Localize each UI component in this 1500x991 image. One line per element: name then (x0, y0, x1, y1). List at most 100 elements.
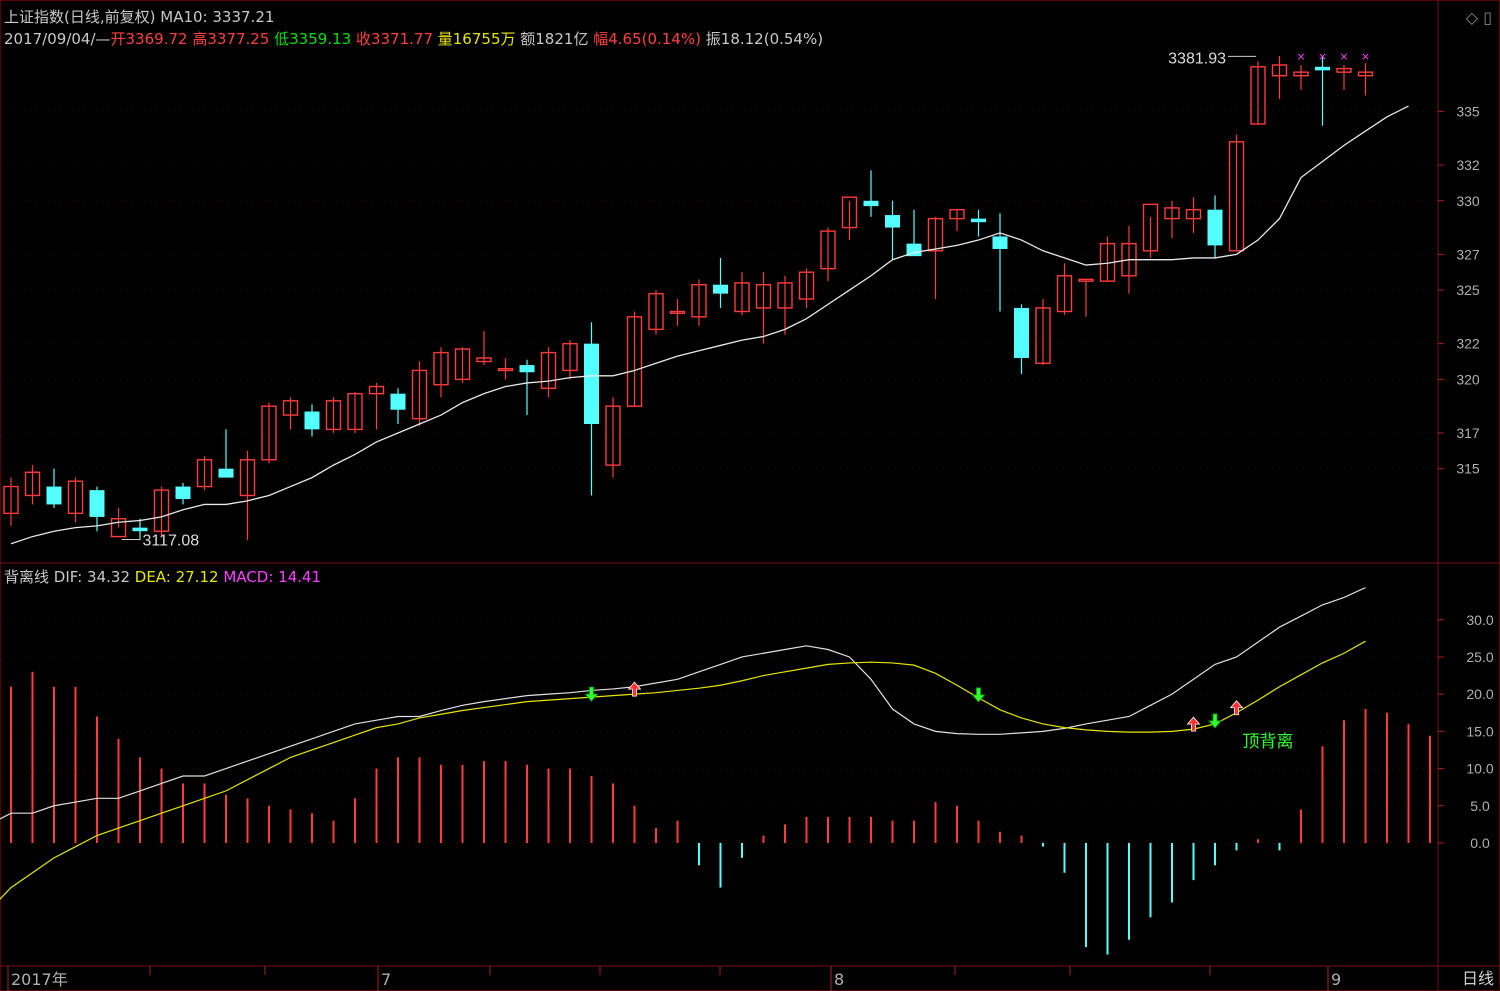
candle (906, 209, 922, 257)
candle (691, 279, 707, 326)
candle (648, 290, 664, 335)
candle (476, 331, 492, 366)
candle (734, 272, 750, 316)
candle (885, 200, 900, 260)
chart-title: 上证指数(日线,前复权) (4, 8, 156, 26)
candle (497, 357, 514, 380)
candle (519, 359, 535, 416)
candle-body (1014, 307, 1029, 358)
sell-arrow-icon (1208, 713, 1222, 729)
ma-value: MA10: 3337.21 (160, 8, 275, 26)
time-tick-label: 9 (1331, 970, 1341, 989)
macd-tick-label: 30.0 (1466, 612, 1493, 628)
sell-arrow-icon (584, 686, 599, 702)
candlestick-series (3, 56, 1374, 541)
price-axis: 315 317 320 322 325 327 330 332 335 (0, 103, 1480, 477)
candle (927, 216, 944, 299)
candle (24, 465, 41, 505)
candle (347, 391, 363, 433)
top-markers: × × × × (1296, 50, 1370, 63)
candle (1207, 195, 1223, 258)
candle-body (1207, 209, 1223, 246)
candle (1185, 197, 1202, 233)
candle-body (390, 393, 406, 410)
amplitude-value: 振18.12(0.54%) (705, 30, 824, 48)
candle-body (89, 490, 105, 517)
candle (992, 213, 1008, 312)
candle (1357, 63, 1374, 96)
time-axis: 2017年 7 8 9 (7, 966, 1341, 991)
ma10-line (10, 105, 1409, 545)
buy-arrow-icon (1229, 700, 1244, 716)
candle (282, 397, 299, 430)
stock-chart-canvas[interactable]: 315 317 320 322 325 327 330 332 335 0.0 5.0 10.0 15… (0, 0, 1500, 991)
ohlc-header: 2017/09/04/—开3369.72 高3377.25 低3359.13 收… (4, 28, 823, 49)
price-tick-label: 317 (1456, 425, 1480, 441)
candle (1250, 61, 1266, 125)
period-button-daily[interactable]: 日线 (1462, 965, 1494, 989)
candle-body (584, 343, 599, 425)
bar-date: 2017/09/04/— (4, 30, 111, 48)
price-tick-label: 335 (1456, 103, 1480, 119)
candle (777, 275, 793, 335)
candle (949, 208, 965, 232)
indicator-name: 背离线 (4, 568, 50, 586)
candle (1271, 56, 1288, 99)
candle (368, 382, 385, 430)
max-annotation-label: 3381.93 (1168, 50, 1226, 67)
candle (390, 388, 406, 425)
candle (540, 347, 557, 398)
window-icon[interactable]: ▯ (1483, 8, 1492, 27)
candle (971, 209, 986, 237)
candle-body (1078, 278, 1094, 282)
candle (325, 397, 342, 433)
candle-body (863, 200, 879, 207)
candle (755, 272, 772, 344)
candle (433, 347, 449, 398)
macd-tick-label: 15.0 (1466, 723, 1493, 739)
diamond-icon[interactable]: ◇ (1466, 8, 1478, 27)
change-value: 幅4.65(0.14%) (593, 30, 701, 48)
low-value: 低3359.13 (274, 30, 352, 48)
candle (863, 170, 879, 217)
dea-line (0, 640, 1366, 900)
candle (1142, 203, 1159, 258)
candle (584, 322, 599, 496)
top-marker: × (1339, 50, 1348, 63)
candle (1035, 299, 1051, 366)
divergence-label: 顶背离 (1243, 732, 1294, 752)
high-value: 高3377.25 (192, 30, 270, 48)
candle (175, 482, 191, 505)
candle (1336, 65, 1352, 91)
macd-tick-label: 10.0 (1466, 761, 1493, 777)
candle (3, 477, 19, 526)
candle (1315, 56, 1330, 126)
candle (196, 456, 213, 491)
price-header: 上证指数(日线,前复权) MA10: 3337.21 (4, 6, 274, 27)
candle (713, 257, 728, 308)
indicator-header: 背离线 DIF: 34.32 DEA: 27.12 MACD: 14.41 (4, 566, 321, 587)
volume-value: 量16755万 (437, 30, 516, 48)
candle (562, 340, 578, 380)
macd-tick-label: 20.0 (1466, 686, 1493, 702)
price-tick-label: 325 (1456, 282, 1480, 298)
candle (1056, 263, 1073, 316)
candle (67, 477, 84, 523)
price-tick-label: 320 (1456, 371, 1480, 387)
macd-tick-label: 5.0 (1470, 798, 1490, 814)
candle (1228, 134, 1245, 252)
candle (153, 486, 170, 537)
price-tick-label: 327 (1456, 246, 1480, 262)
amount-value: 额1821亿 (520, 30, 589, 48)
dif-value: DIF: 34.32 (53, 568, 130, 586)
top-marker: × (1361, 50, 1370, 63)
corner-controls: ◇ ▯ (1466, 8, 1492, 27)
candle-body (992, 236, 1008, 249)
dea-value: DEA: 27.12 (134, 568, 219, 586)
time-tick-label: 7 (381, 970, 391, 989)
candle (46, 468, 62, 508)
candle-body (713, 284, 728, 294)
candle-body (304, 411, 320, 430)
candle (626, 311, 643, 407)
candle (304, 404, 320, 437)
